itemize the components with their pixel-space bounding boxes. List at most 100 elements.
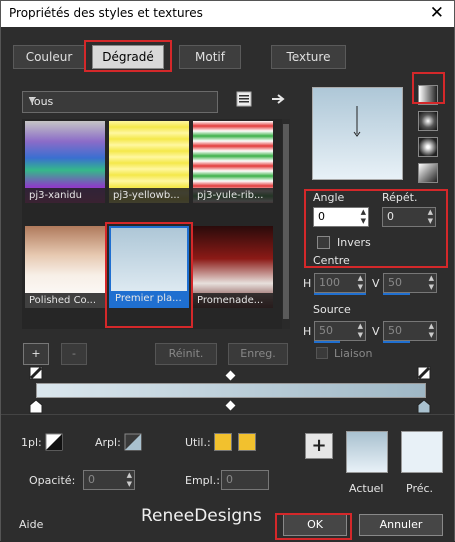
watermark: ReneeDesigns [141,506,262,526]
tab-couleur[interactable]: Couleur [13,45,85,69]
current-label: Actuel [349,482,384,495]
angle-value: 0 [318,210,325,223]
tab-label: Couleur [25,50,73,64]
close-icon[interactable]: ✕ [430,3,444,23]
library-scrollbar[interactable] [282,119,290,329]
center-label: Centre [313,254,350,267]
list-view-icon[interactable] [236,91,252,107]
gradient-thumb[interactable]: Polished Co... [25,226,105,308]
angle-handle-icon[interactable] [313,88,402,179]
spin-arrows-icon[interactable]: ▲ ▼ [428,208,433,226]
source-v-slider[interactable] [383,341,410,343]
opacity-input[interactable]: 0 ▲ ▼ [83,470,135,490]
center-v-input[interactable]: 50 ▲ ▼ [383,273,437,293]
highlight-selected-gradient [105,222,193,328]
link-label: Liaison [334,347,373,360]
title-bar: Propriétés des styles et textures ✕ [1,1,454,27]
source-h-slider[interactable] [314,341,340,343]
background-stop-icon[interactable] [124,433,142,451]
gradient-preview[interactable] [312,87,403,180]
category-select[interactable]: Tous ▼ [22,91,218,113]
location-label: Empl.: [185,474,220,487]
opacity-stop-left-icon[interactable] [29,366,45,380]
tab-motif[interactable]: Motif [179,45,241,69]
center-v-label: V [372,277,380,290]
invert-checkbox[interactable] [317,236,330,249]
sunburst-gradient-type-icon[interactable] [418,163,438,183]
color-stop-left-icon[interactable] [29,399,45,415]
source-h-value: 50 [319,324,333,337]
opacity-midpoint-icon[interactable] [225,370,236,381]
highlight-tab [84,40,172,72]
user-color-swatch-2[interactable] [238,433,256,451]
spin-arrows-icon[interactable]: ▲ ▼ [361,208,366,226]
cancel-button[interactable]: Annuler [359,514,443,536]
repeat-value: 0 [387,210,394,223]
help-link[interactable]: Aide [19,518,43,531]
foreground-stop-icon[interactable] [45,433,63,451]
spin-arrows-icon[interactable]: ▲ ▼ [429,322,434,340]
chevron-down-icon: ▼ [29,96,36,105]
reset-button[interactable]: Réinit. [155,343,217,365]
spin-arrows-icon[interactable]: ▲ ▼ [429,274,434,292]
highlight-gradient-type [412,72,445,104]
highlight-ok [275,513,352,540]
center-v-value: 50 [388,276,402,289]
gradient-thumb[interactable]: pj3-yellowb... [109,121,189,203]
previous-label: Préc. [406,482,434,495]
rectangular-gradient-type-icon[interactable] [418,111,438,131]
save-gradient-button[interactable]: Enreg. [228,343,288,365]
center-h-input[interactable]: 100 ▲ ▼ [314,273,366,293]
thumb-label: Polished Co... [25,293,105,308]
util-label: Util.: [185,436,211,449]
center-v-slider[interactable] [383,293,410,295]
center-h-label: H [303,277,312,290]
source-v-value: 50 [388,324,402,337]
source-h-label: H [303,325,312,338]
current-swatch [346,431,388,473]
gradient-thumb[interactable]: pj3-yule-rib... [193,121,273,203]
arpl-label: Arpl: [95,436,121,449]
spin-arrows-icon[interactable]: ▲ ▼ [358,274,363,292]
location-input[interactable]: 0 [221,470,269,490]
gradient-editor-bar[interactable] [36,383,426,398]
styles-textures-dialog: Propriétés des styles et textures ✕ Coul… [0,0,455,542]
opacity-value: 0 [88,473,95,486]
gradient-thumb[interactable]: pj3-xanidu [25,121,105,203]
previous-swatch[interactable] [401,431,443,473]
spin-arrows-icon[interactable]: ▲ ▼ [127,471,132,489]
color-stop-right-icon[interactable] [417,399,433,415]
thumb-label: pj3-yule-rib... [193,188,273,203]
angle-label: Angle [313,191,345,204]
gradient-thumb[interactable]: Promenade... [193,226,273,308]
source-label: Source [313,303,351,316]
repeat-label: Répét. [382,191,418,204]
source-v-label: V [372,325,380,338]
scrollbar-thumb[interactable] [283,124,289,319]
arrow-right-icon[interactable] [271,93,287,105]
tab-label: Texture [286,50,331,64]
color-midpoint-icon[interactable] [225,400,236,411]
angle-input[interactable]: 0 ▲ ▼ [313,207,369,227]
divider [1,414,454,415]
user-color-swatch-1[interactable] [214,433,232,451]
add-stop-button[interactable]: + [23,343,49,365]
window-title: Propriétés des styles et textures [9,6,203,20]
tab-texture[interactable]: Texture [271,45,346,69]
link-checkbox[interactable] [316,347,328,359]
add-swatch-button[interactable]: + [305,433,333,459]
opacity-stop-right-icon[interactable] [417,366,433,380]
remove-stop-button[interactable]: - [61,343,87,365]
opacity-label: Opacité: [29,474,76,487]
repeat-input[interactable]: 0 ▲ ▼ [382,207,436,227]
source-v-input[interactable]: 50 ▲ ▼ [383,321,437,341]
center-h-slider[interactable] [314,293,366,295]
radial-gradient-type-icon[interactable] [418,137,438,157]
thumb-label: Promenade... [193,293,273,308]
location-value: 0 [226,473,233,486]
spin-arrows-icon[interactable]: ▲ ▼ [358,322,363,340]
thumb-label: pj3-yellowb... [109,188,189,203]
source-h-input[interactable]: 50 ▲ ▼ [314,321,366,341]
tab-label: Motif [195,50,225,64]
invert-label: Invers [337,236,371,249]
